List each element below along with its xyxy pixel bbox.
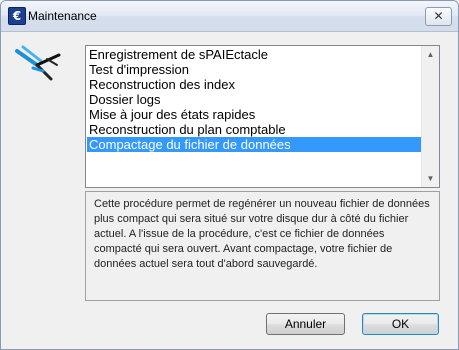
list-item[interactable]: Mise à jour des états rapides [87, 107, 422, 122]
list-scrollbar[interactable]: ▲ ▼ [421, 46, 439, 187]
list-item[interactable]: Compactage du fichier de données [87, 137, 422, 152]
maintenance-task-list[interactable]: Enregistrement de sPAIEctacle Test d'impr… [85, 45, 440, 188]
description-text: Cette procédure permet de regénérer un n… [94, 198, 430, 270]
list-item[interactable]: Dossier logs [87, 92, 422, 107]
maintenance-tools-icon [15, 45, 61, 81]
list-item[interactable]: Test d'impression [87, 62, 422, 77]
list-item[interactable]: Reconstruction des index [87, 77, 422, 92]
title-bar[interactable]: € Maintenance ✕ [1, 1, 458, 32]
description-panel: Cette procédure permet de regénérer un n… [85, 191, 440, 301]
close-button[interactable]: ✕ [425, 7, 452, 26]
list-item[interactable]: Reconstruction du plan comptable [87, 122, 422, 137]
app-euro-icon: € [8, 7, 26, 25]
maintenance-dialog: € Maintenance ✕ Enregistrement de sPAIEc… [0, 0, 459, 350]
scroll-down-arrow-icon[interactable]: ▼ [422, 170, 439, 187]
window-title: Maintenance [28, 9, 97, 23]
cancel-button[interactable]: Annuler [266, 313, 345, 335]
task-items: Enregistrement de sPAIEctacle Test d'impr… [87, 47, 422, 152]
scroll-up-arrow-icon[interactable]: ▲ [422, 46, 439, 63]
ok-button[interactable]: OK [362, 313, 439, 335]
list-item[interactable]: Enregistrement de sPAIEctacle [87, 47, 422, 62]
